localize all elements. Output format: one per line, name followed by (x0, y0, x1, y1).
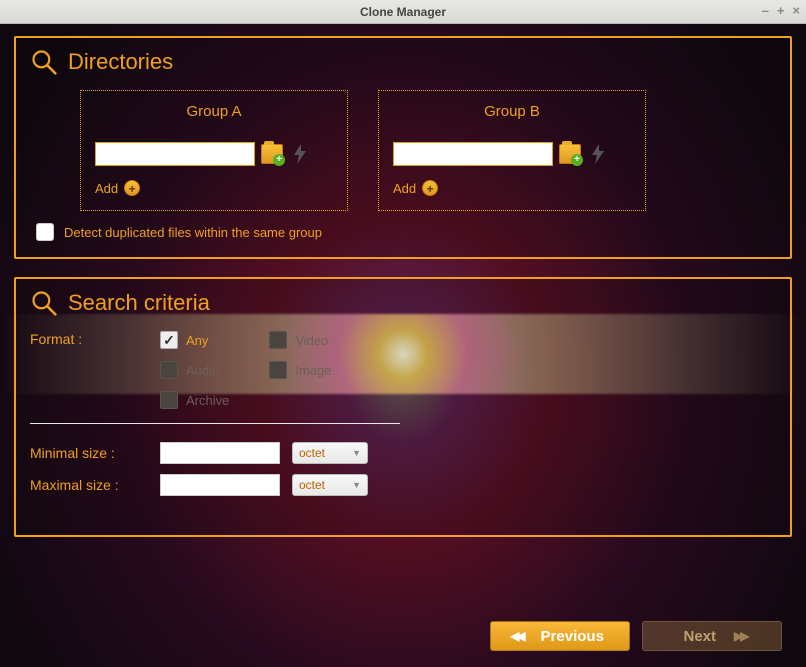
format-video-label: Video (295, 333, 328, 348)
group-a-add-button[interactable]: Add + (95, 180, 333, 196)
format-archive-checkbox[interactable]: Archive (160, 391, 229, 409)
next-label: Next (684, 628, 717, 645)
format-label: Format : (30, 331, 160, 347)
minimize-icon[interactable]: – (762, 3, 769, 18)
group-a: Group A Add + (80, 90, 348, 211)
min-size-unit-select[interactable]: octet ▼ (292, 442, 368, 464)
min-size-input[interactable] (160, 442, 280, 464)
detect-duplicates-label: Detect duplicated files within the same … (64, 225, 322, 240)
titlebar: Clone Manager – + × (0, 0, 806, 24)
next-button[interactable]: Next ▶▶ (642, 621, 782, 651)
add-label: Add (393, 181, 416, 196)
format-any-checkbox[interactable]: ✓ Any (160, 331, 229, 349)
lightning-icon[interactable] (587, 143, 609, 165)
directories-title: Directories (68, 49, 173, 75)
chevron-down-icon: ▼ (352, 480, 361, 490)
folder-add-icon[interactable] (559, 144, 581, 164)
magnifier-icon (30, 48, 58, 76)
previous-button[interactable]: ◀◀ Previous (490, 621, 630, 651)
max-size-label: Maximal size : (30, 477, 160, 493)
folder-add-icon[interactable] (261, 144, 283, 164)
previous-label: Previous (541, 628, 604, 645)
unit-label: octet (299, 478, 325, 492)
plus-icon: + (124, 180, 140, 196)
format-archive-label: Archive (186, 393, 229, 408)
magnifier-icon (30, 289, 58, 317)
lightning-icon[interactable] (289, 143, 311, 165)
chevron-down-icon: ▼ (352, 448, 361, 458)
group-b-add-button[interactable]: Add + (393, 180, 631, 196)
window-title: Clone Manager (360, 5, 446, 19)
app-body: Directories Group A Add + Group B (0, 24, 806, 667)
format-audio-label: Audio (186, 363, 219, 378)
format-any-label: Any (186, 333, 208, 348)
min-size-label: Minimal size : (30, 445, 160, 461)
group-b-path-input[interactable] (393, 142, 553, 166)
rewind-icon: ◀◀ (510, 629, 522, 643)
maximize-icon[interactable]: + (777, 3, 785, 18)
max-size-input[interactable] (160, 474, 280, 496)
divider (30, 423, 400, 424)
directories-panel: Directories Group A Add + Group B (14, 36, 792, 259)
group-b-title: Group B (393, 103, 631, 120)
format-image-label: Image (295, 363, 331, 378)
plus-icon: + (422, 180, 438, 196)
format-video-checkbox[interactable]: Video (269, 331, 331, 349)
max-size-unit-select[interactable]: octet ▼ (292, 474, 368, 496)
forward-icon: ▶▶ (734, 629, 746, 643)
group-a-title: Group A (95, 103, 333, 120)
add-label: Add (95, 181, 118, 196)
format-image-checkbox[interactable]: Image (269, 361, 331, 379)
format-audio-checkbox[interactable]: Audio (160, 361, 229, 379)
group-b: Group B Add + (378, 90, 646, 211)
group-a-path-input[interactable] (95, 142, 255, 166)
unit-label: octet (299, 446, 325, 460)
criteria-title: Search criteria (68, 290, 210, 316)
close-icon[interactable]: × (792, 3, 800, 18)
search-criteria-panel: Search criteria Format : ✓ Any Audio A (14, 277, 792, 537)
detect-duplicates-checkbox[interactable] (36, 223, 54, 241)
